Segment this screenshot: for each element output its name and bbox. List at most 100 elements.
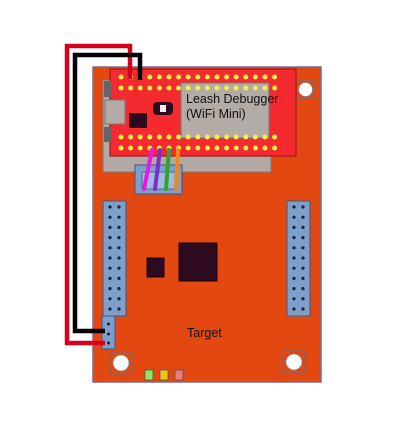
header-pin	[117, 307, 121, 311]
debugger-pin	[233, 134, 239, 140]
header-pin	[108, 215, 112, 219]
target-label: Target	[187, 326, 222, 340]
debugger-pin	[204, 85, 210, 91]
debugger-pin	[262, 85, 268, 91]
header-pin	[292, 225, 296, 229]
debugger-pin	[224, 85, 230, 91]
header-pin	[117, 297, 121, 301]
header-pin	[117, 256, 121, 260]
header-pin	[108, 225, 112, 229]
debugger-pin	[147, 85, 153, 91]
header-pin	[117, 225, 121, 229]
header-pin	[292, 256, 296, 260]
header-pin	[301, 266, 305, 270]
debugger-pin	[118, 85, 124, 91]
debugger-pin	[195, 85, 201, 91]
wire-orange	[174, 148, 180, 191]
debugger-pin	[128, 134, 134, 140]
left-pin-header	[102, 200, 127, 317]
header-pin	[301, 256, 305, 260]
debugger-pin	[224, 74, 230, 80]
debugger-pin	[252, 134, 258, 140]
header-pin	[301, 205, 305, 209]
header-pin	[292, 236, 296, 240]
debugger-connector-block	[104, 99, 126, 125]
debugger-pin	[272, 134, 278, 140]
debugger-pin	[185, 74, 191, 80]
debugger-pin	[166, 134, 172, 140]
header-pin	[301, 307, 305, 311]
header-pin	[301, 246, 305, 250]
debugger-pin	[214, 85, 220, 91]
header-pin	[301, 297, 305, 301]
debugger-pin	[233, 145, 239, 151]
debugger-pin	[233, 85, 239, 91]
header-pin	[108, 256, 112, 260]
debugger-chip	[129, 113, 147, 128]
debugger-pin	[156, 74, 162, 80]
debugger-pin	[204, 74, 210, 80]
debugger-pin	[252, 85, 258, 91]
led-yellow	[159, 369, 169, 381]
debugger-pin	[204, 134, 210, 140]
debugger-pin	[156, 134, 162, 140]
header-pin	[117, 236, 121, 240]
debugger-pin	[166, 85, 172, 91]
debugger-pin	[137, 134, 143, 140]
header-pin	[301, 225, 305, 229]
debugger-pin	[224, 145, 230, 151]
debugger-title-line2: (WiFi Mini)	[186, 107, 246, 121]
wiring-diagram	[64, 43, 322, 383]
right-pin-header	[286, 200, 311, 317]
debugger-pin	[243, 85, 249, 91]
debugger-pin	[156, 85, 162, 91]
debugger-pin	[128, 85, 134, 91]
debugger-pin	[262, 145, 268, 151]
debugger-pin	[118, 74, 124, 80]
debugger-pin	[214, 74, 220, 80]
header-pin	[292, 205, 296, 209]
debugger-pin	[272, 85, 278, 91]
header-pin	[301, 236, 305, 240]
header-pin	[108, 307, 112, 311]
debugger-pin	[224, 134, 230, 140]
header-pin	[292, 215, 296, 219]
led-green	[144, 369, 154, 381]
debugger-pin	[166, 74, 172, 80]
debugger-pin	[204, 145, 210, 151]
header-pin	[292, 246, 296, 250]
debugger-pin	[243, 134, 249, 140]
debugger-pin	[214, 134, 220, 140]
debugger-pin	[262, 74, 268, 80]
debugger-pin	[262, 134, 268, 140]
debugger-title-line1: Leash Debugger	[186, 92, 279, 106]
debugger-pin	[195, 74, 201, 80]
header-pin	[108, 287, 112, 291]
debugger-pin	[185, 145, 191, 151]
debugger-pin	[185, 134, 191, 140]
header-pin	[301, 215, 305, 219]
debugger-pin	[118, 134, 124, 140]
debugger-pin	[147, 74, 153, 80]
debugger-pin	[137, 145, 143, 151]
header-pin	[301, 276, 305, 280]
debugger-pin	[176, 134, 182, 140]
debugger-pin	[185, 85, 191, 91]
debugger-pin	[243, 145, 249, 151]
debugger-pin	[195, 145, 201, 151]
header-pin	[292, 287, 296, 291]
debugger-pin	[195, 134, 201, 140]
small-chip	[146, 257, 165, 278]
header-pin	[108, 297, 112, 301]
main-chip	[178, 242, 218, 282]
header-pin	[117, 287, 121, 291]
header-pin	[292, 307, 296, 311]
header-pin	[108, 246, 112, 250]
header-pin	[292, 266, 296, 270]
debugger-pin	[128, 145, 134, 151]
header-pin	[108, 266, 112, 270]
debugger-pin	[252, 145, 258, 151]
header-pin	[108, 276, 112, 280]
header-pin	[108, 236, 112, 240]
header-pin	[292, 276, 296, 280]
